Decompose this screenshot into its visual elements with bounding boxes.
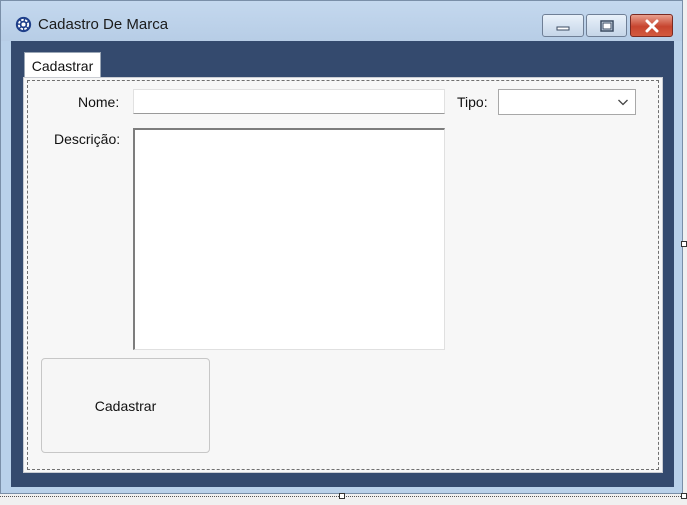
minimize-button[interactable] [542,14,584,37]
cadastrar-button[interactable]: Cadastrar [41,358,210,453]
tipo-select[interactable] [498,89,636,115]
tab-cadastrar[interactable]: Cadastrar [24,52,101,78]
maximize-button[interactable] [586,14,627,37]
descricao-label: Descrição: [54,131,121,147]
gear-icon [15,16,32,33]
maximize-icon [599,19,614,32]
close-icon [645,19,658,32]
tipo-label: Tipo: [457,94,488,110]
title-bar[interactable]: Cadastro De Marca [1,1,682,41]
window-title: Cadastro De Marca [38,16,169,33]
resize-handle-bottom[interactable] [339,493,345,499]
chevron-down-icon [618,99,628,106]
nome-label: Nome: [78,94,120,110]
resize-handle-corner[interactable] [681,493,687,499]
descricao-textarea[interactable] [133,128,445,350]
resize-handle-right[interactable] [681,241,687,247]
close-button[interactable] [630,14,673,37]
minimize-icon [556,26,570,30]
nome-input[interactable] [133,89,445,114]
